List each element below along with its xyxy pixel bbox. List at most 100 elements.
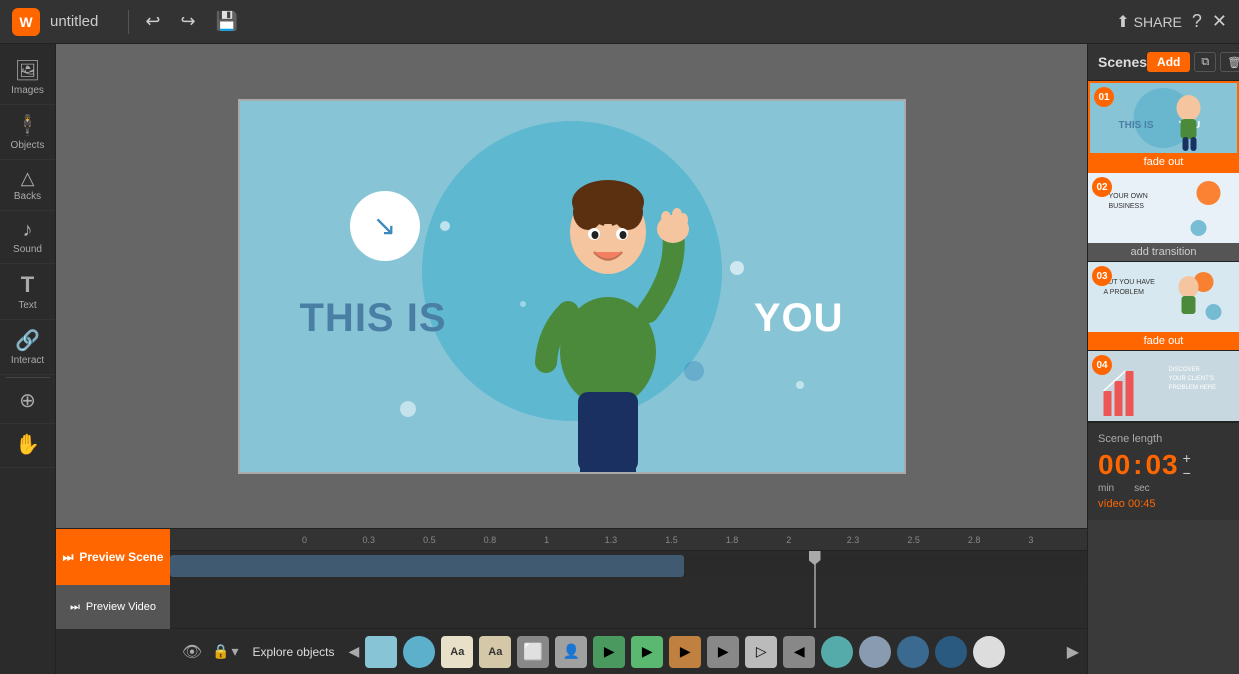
mark-6: 1.5 [663,535,724,545]
scene-add-button[interactable]: Add [1147,52,1190,72]
mark-8: 2 [784,535,845,545]
scenes-title: Scenes [1098,54,1147,70]
scene-length-increase-button[interactable]: + [1183,451,1191,465]
bottom-toolbar: 👁 🔒 ▾ Explore objects ◀ Aa Aa ⬜ 👤 ▶ ▶ [170,628,1087,674]
sidebar-item-sound[interactable]: ♪ Sound [0,211,55,264]
scene-length-sec: 03 [1145,449,1178,481]
obj-icon-separator[interactable]: ⬜ [517,636,549,668]
arrow-button[interactable]: ↘ [350,191,420,261]
mark-3: 0.8 [482,535,543,545]
sound-icon: ♪ [23,219,33,242]
preview-scene-icon: ⏭ [63,550,74,565]
scene-thumbnail-04: 04 DISCOVER YOUR CLIENT'S PROBLEM HERE [1088,351,1239,421]
scene-num-badge-02: 02 [1092,177,1112,197]
right-panel: Scenes Add ⧉ 🗑 ‹ 01 THIS IS YOU [1087,44,1239,674]
scene-item-01[interactable]: 01 THIS IS YOU fade out [1088,81,1239,173]
scene-length-panel: Scene length 00 : 03 + − min sec vídeo 0… [1088,422,1239,520]
mark-7: 1.8 [724,535,785,545]
scene-delete-button[interactable]: 🗑 [1220,52,1239,72]
obj-icon-green-2[interactable]: ▶ [631,636,663,668]
svg-text:DISCOVER: DISCOVER [1169,367,1201,373]
scene-thumbnail-01: 01 THIS IS YOU [1090,83,1237,153]
explore-objects-button[interactable]: Explore objects [244,643,342,661]
top-bar: W untitled ↩ ↪ 💾 ⬆ SHARE ? ✕ [0,0,1239,44]
scene-item-04[interactable]: 04 DISCOVER YOUR CLIENT'S PROBLEM HERE [1088,351,1239,422]
dot-5 [400,401,416,417]
help-button[interactable]: ? [1192,11,1202,32]
scene-length-min-label: min [1098,483,1114,494]
explore-collapse-button[interactable]: ◀ [349,643,360,660]
scene-transition-02[interactable]: add transition [1088,243,1239,261]
obj-icon-text-aa-2[interactable]: Aa [479,636,511,668]
visibility-toggle-button[interactable]: 👁 [178,638,206,666]
scene-num-badge-03: 03 [1092,266,1112,286]
video-duration: vídeo 00:45 [1098,498,1229,510]
sidebar-item-zoom[interactable]: ⊕ [0,380,55,424]
canvas-wrapper: ↘ THIS IS YOU [56,44,1087,528]
sidebar-label-objects: Objects [11,140,45,151]
dot-3 [730,261,744,275]
redo-button[interactable]: ↪ [174,9,201,34]
obj-icon-person[interactable]: 👤 [555,636,587,668]
scene-length-sec-label: sec [1134,483,1150,494]
scene-length-decrease-button[interactable]: − [1183,466,1191,480]
sidebar-item-backs[interactable]: △ Backs [0,160,55,211]
app-logo: W [12,8,40,36]
share-button[interactable]: ⬆ SHARE [1116,12,1182,32]
scenes-header: Scenes Add ⧉ 🗑 [1088,44,1239,81]
sidebar-item-objects[interactable]: 🕴 Objects [0,105,55,160]
ruler-marks: 0 0.3 0.5 0.8 1 1.3 1.5 1.8 2 2.3 2.5 2.… [300,535,1087,545]
scene-length-colon: : [1133,449,1143,481]
obj-icon-circle-light[interactable] [973,636,1005,668]
undo-button[interactable]: ↩ [139,9,166,34]
save-button[interactable]: 💾 [210,9,244,34]
obj-icon-text-aa-1[interactable]: Aa [441,636,473,668]
obj-icon-green-1[interactable]: ▶ [593,636,625,668]
interact-icon: 🔗 [15,328,40,353]
svg-text:A PROBLEM: A PROBLEM [1104,289,1145,296]
bottom-left: ⏭ Preview Scene ⏭ Preview Video [56,529,170,674]
obj-icon-brown[interactable]: ▶ [669,636,701,668]
sidebar-item-hand[interactable]: ✋ [0,424,55,468]
sidebar-item-interact[interactable]: 🔗 Interact [0,320,55,375]
scene-transition-03[interactable]: fade out [1088,332,1239,350]
toolbar-scroll-right-button[interactable]: ▶ [1067,642,1079,662]
dot-1 [440,221,450,231]
svg-text:THIS IS: THIS IS [1119,120,1154,131]
sidebar-item-images[interactable]: 🖼 Images [0,50,55,105]
obj-icon-circle[interactable] [403,636,435,668]
timeline-tracks [170,551,1087,628]
track-block-1 [170,555,684,577]
preview-scene-label: Preview Scene [79,550,163,564]
canvas-frame[interactable]: ↘ THIS IS YOU [238,99,906,474]
images-icon: 🖼 [15,58,40,83]
scene-duplicate-button[interactable]: ⧉ [1194,52,1216,72]
preview-video-button[interactable]: ⏭ Preview Video [56,585,170,629]
scene-length-time: 00 : 03 [1098,449,1179,481]
preview-video-icon: ⏭ [70,601,80,614]
mark-4: 1 [542,535,603,545]
obj-icon-circle-darkest[interactable] [935,636,967,668]
obj-icon-gray-2[interactable]: ▷ [745,636,777,668]
toolbar-divider [128,10,129,34]
scene-item-02[interactable]: 02 YOUR OWN BUSINESS add transition [1088,173,1239,262]
scene-thumbnail-02: 02 YOUR OWN BUSINESS [1088,173,1239,243]
zoom-icon: ⊕ [19,388,36,413]
scene-transition-01[interactable]: fade out [1090,153,1237,171]
obj-icon-circle-teal[interactable] [821,636,853,668]
track-row-1[interactable] [170,555,1087,577]
obj-icon-bg[interactable] [365,636,397,668]
scene-item-03[interactable]: 03 BUT YOU HAVE A PROBLEM fade out [1088,262,1239,351]
lock-icon: 🔒 [212,643,229,660]
hand-icon: ✋ [15,432,40,457]
share-icon: ⬆ [1116,12,1129,32]
sidebar-item-text[interactable]: T Text [0,264,55,320]
obj-icon-back[interactable]: ◀ [783,636,815,668]
obj-icon-circle-dark[interactable] [897,636,929,668]
obj-icon-circle-blue[interactable] [859,636,891,668]
scenes-list: ‹ 01 THIS IS YOU [1088,81,1239,422]
preview-scene-button[interactable]: ⏭ Preview Scene [56,529,170,585]
close-button[interactable]: ✕ [1212,11,1227,32]
obj-icon-gray-1[interactable]: ▶ [707,636,739,668]
lock-button[interactable]: 🔒 ▾ [212,643,238,660]
